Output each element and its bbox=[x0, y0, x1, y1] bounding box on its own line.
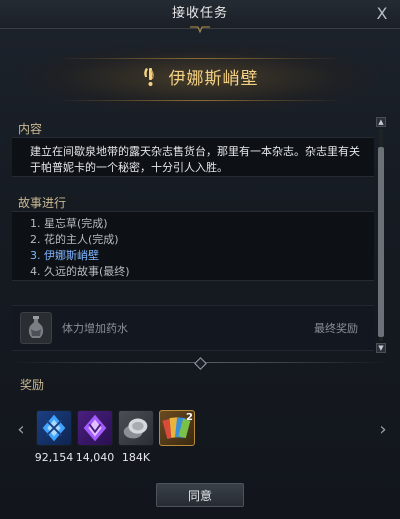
reward-item-purple-crystal[interactable] bbox=[77, 410, 113, 446]
banner-divider-top bbox=[58, 58, 342, 59]
banner-divider-bottom bbox=[58, 100, 342, 101]
story-item: 2. 花的主人(完成) bbox=[30, 233, 119, 246]
silver-coin-icon bbox=[123, 418, 148, 439]
details-scrollbar[interactable]: ▲ ▼ bbox=[376, 117, 386, 353]
close-button[interactable]: X bbox=[372, 3, 392, 25]
reward-stack-count: 2 bbox=[186, 412, 193, 423]
reward-item-card-pack[interactable]: 2 bbox=[159, 410, 195, 446]
story-item: 1. 星忘草(完成) bbox=[30, 217, 108, 230]
quest-exclamation-icon bbox=[144, 67, 155, 86]
agree-button[interactable]: 同意 bbox=[156, 483, 244, 507]
final-reward-label: 最终奖励 bbox=[314, 322, 358, 335]
chevron-right-icon[interactable]: › bbox=[376, 420, 390, 440]
scroll-thumb[interactable] bbox=[378, 147, 384, 337]
quest-description: 建立在间歇泉地带的露天杂志售货台，那里有一本杂志。杂志里有关 于帕普妮卡的一个秘… bbox=[30, 144, 370, 176]
potion-bag-icon bbox=[28, 316, 44, 338]
scroll-up-arrow-icon[interactable]: ▲ bbox=[376, 117, 386, 127]
blue-crystal-icon bbox=[42, 414, 66, 442]
scroll-down-arrow-icon[interactable]: ▼ bbox=[376, 343, 386, 353]
story-progress-label: 故事进行 bbox=[18, 196, 67, 210]
final-reward-row: 体力增加药水 最终奖励 bbox=[12, 305, 374, 351]
story-progress-list: 1. 星忘草(完成) 2. 花的主人(完成) 3. 伊娜斯峭壁 4. 久远的故事… bbox=[12, 211, 374, 281]
quest-details: 内容 建立在间歇泉地带的露天杂志售货台，那里有一本杂志。杂志里有关 于帕普妮卡的… bbox=[12, 117, 374, 355]
description-line-2: 于帕普妮卡的一个秘密，十分引人入胜。 bbox=[30, 161, 228, 174]
description-box: 建立在间歇泉地带的露天杂志售货台，那里有一本杂志。杂志里有关 于帕普妮卡的一个秘… bbox=[12, 137, 374, 177]
description-line-1: 建立在间歇泉地带的露天杂志售货台，那里有一本杂志。杂志里有关 bbox=[30, 145, 360, 158]
final-reward-item-name: 体力增加药水 bbox=[62, 322, 128, 335]
title-bar: 接收任务 X bbox=[0, 0, 400, 29]
reward-item-blue-crystal[interactable] bbox=[36, 410, 72, 446]
final-reward-item-slot[interactable] bbox=[20, 312, 52, 344]
accept-quest-dialog: 接收任务 X 伊娜斯峭壁 内容 建立在间歇泉地带的露天杂志售货台，那里有一本杂志… bbox=[0, 0, 400, 519]
dialog-title: 接收任务 bbox=[171, 6, 228, 21]
content-label: 内容 bbox=[18, 122, 43, 136]
chevron-left-icon[interactable]: ‹ bbox=[14, 420, 28, 440]
reward-item-silver-coin[interactable] bbox=[118, 410, 154, 446]
rewards-label: 奖励 bbox=[20, 378, 45, 392]
title-ornament-icon bbox=[190, 26, 210, 34]
quest-banner: 伊娜斯峭壁 bbox=[18, 44, 382, 112]
divider-diamond-icon bbox=[194, 357, 207, 370]
story-item-current: 3. 伊娜斯峭壁 bbox=[30, 249, 99, 262]
story-item: 4. 久远的故事(最终) bbox=[30, 265, 130, 278]
quest-title: 伊娜斯峭壁 bbox=[168, 69, 259, 89]
purple-crystal-icon bbox=[83, 414, 107, 442]
reward-qty-silver-coin: 184K bbox=[121, 451, 151, 464]
